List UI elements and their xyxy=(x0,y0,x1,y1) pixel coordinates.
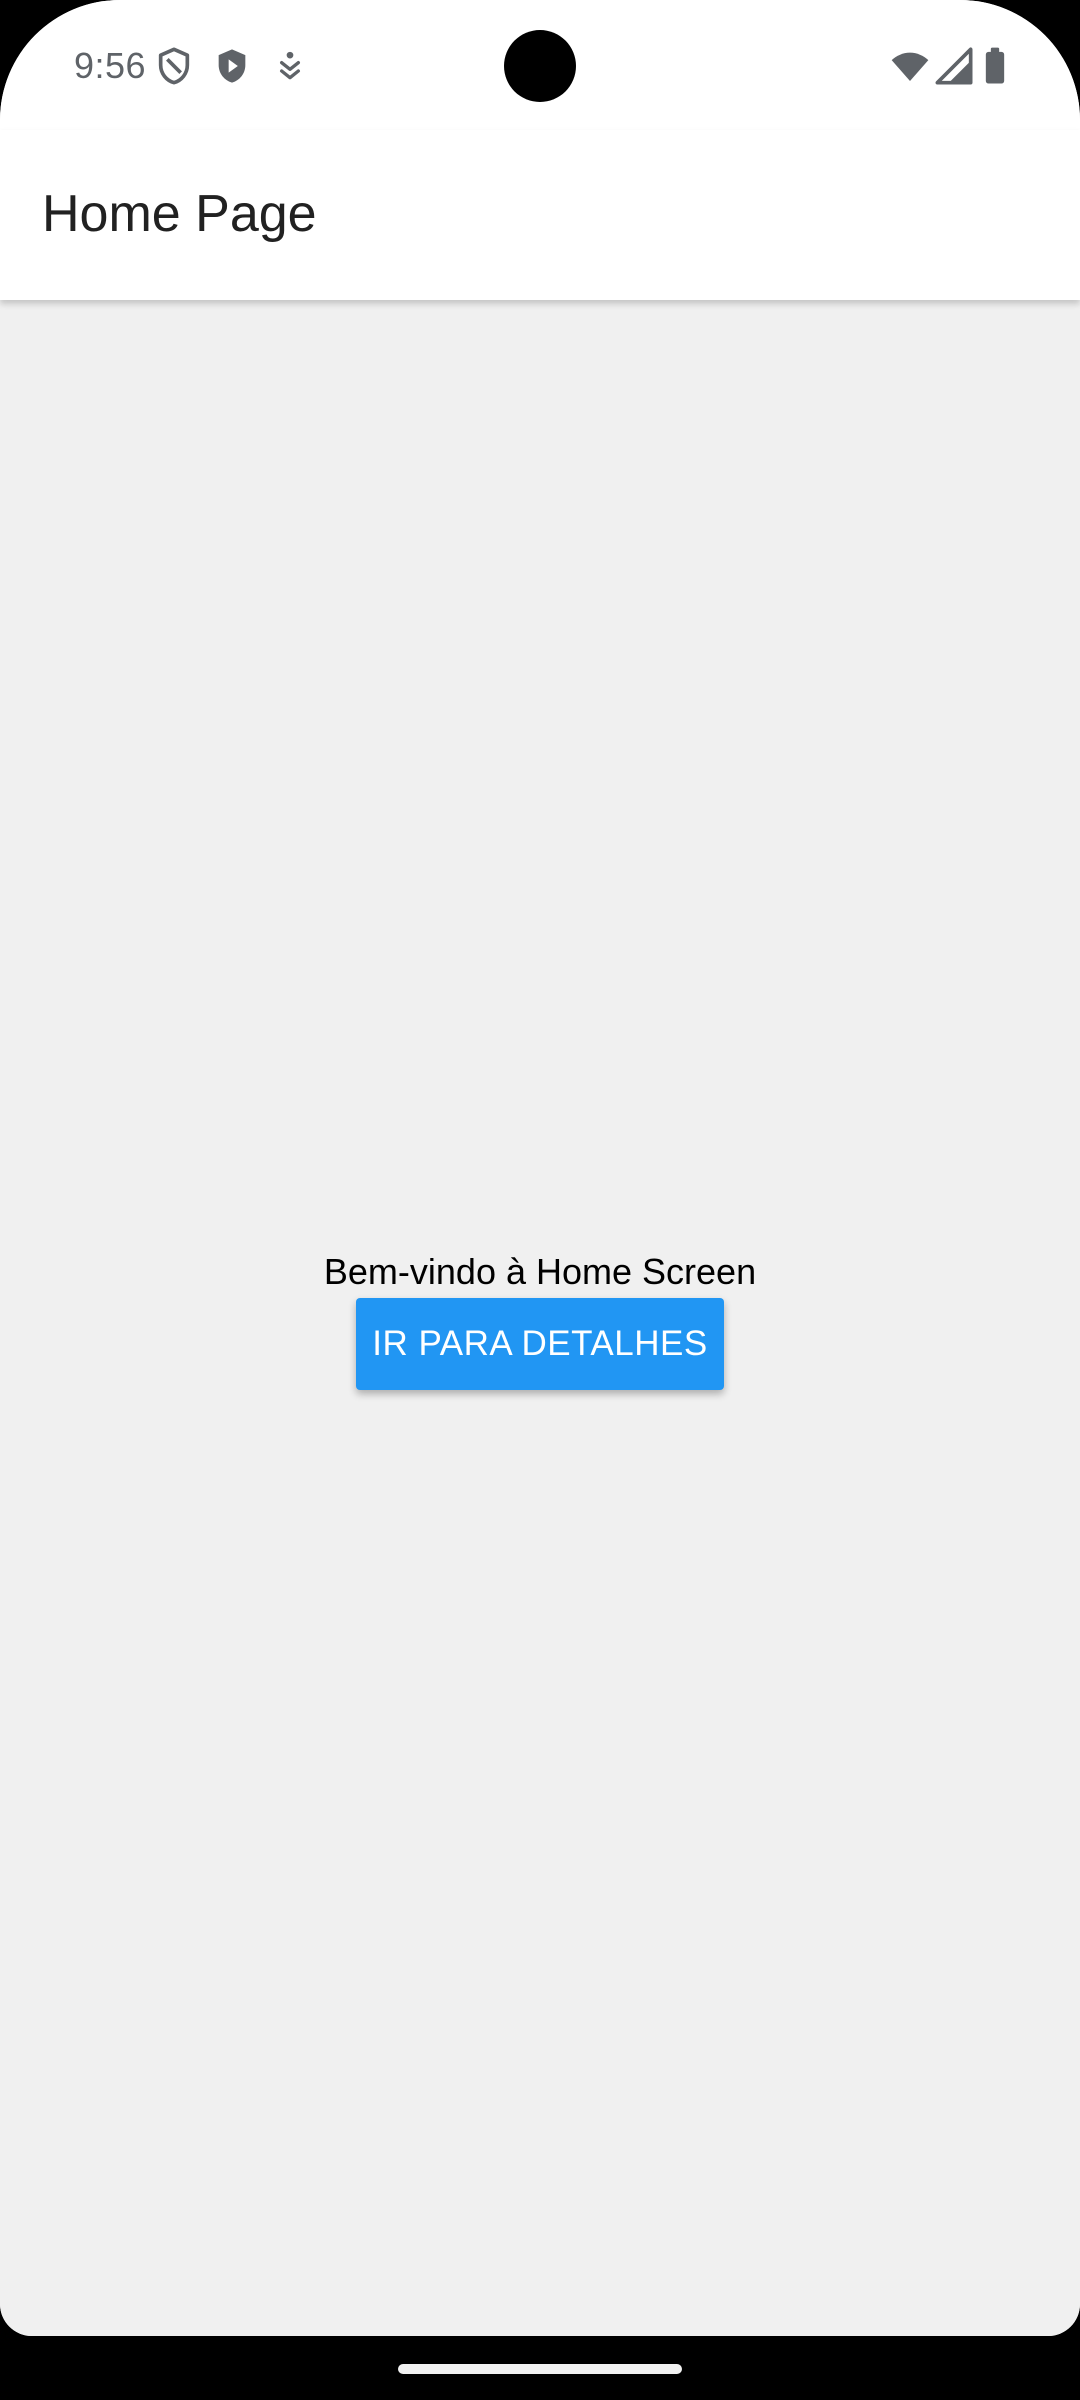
app-bar: Home Page xyxy=(0,130,1080,300)
status-bar: 9:56 xyxy=(0,0,1080,130)
wifi-icon xyxy=(891,52,929,81)
play-shield-icon xyxy=(218,49,246,83)
battery-icon xyxy=(985,47,1005,84)
cell-signal-icon xyxy=(935,47,973,85)
welcome-text: Bem-vindo à Home Screen xyxy=(323,1251,757,1292)
go-to-details-button[interactable]: IR PARA DETALHES xyxy=(356,1298,724,1390)
accessibility-download-icon xyxy=(280,51,300,80)
home-gesture-bar[interactable] xyxy=(398,2364,682,2374)
page-title: Home Page xyxy=(42,185,317,243)
status-time: 9:56 xyxy=(74,45,147,86)
shield-outline-icon xyxy=(158,47,190,85)
main-content: Bem-vindo à Home Screen IR PARA DETALHES xyxy=(0,300,1080,2336)
camera-cutout xyxy=(504,30,576,102)
device-screen: 9:56 Home Page Bem-vindo à Home Screen I… xyxy=(0,0,1080,2336)
